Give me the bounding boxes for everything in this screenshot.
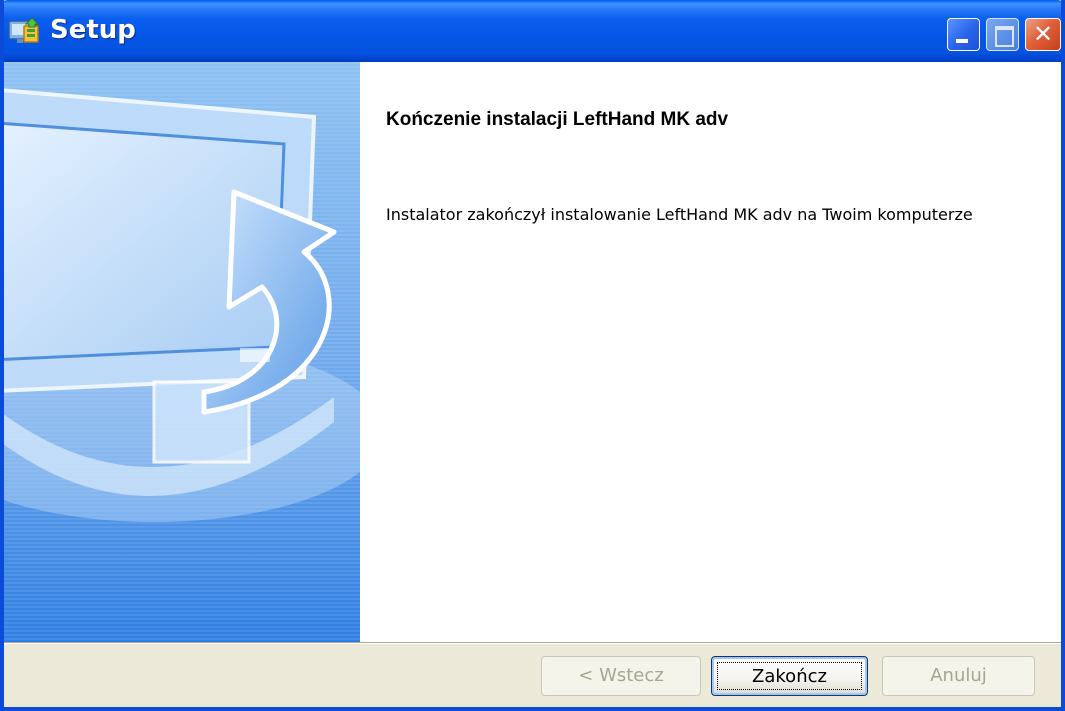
finish-button-label: Zakończ bbox=[717, 662, 862, 690]
back-button[interactable]: < Wstecz bbox=[541, 656, 701, 696]
footer-separator bbox=[4, 642, 1061, 644]
wizard-content-panel: Kończenie instalacji LeftHand MK adv Ins… bbox=[360, 62, 1061, 642]
maximize-icon bbox=[995, 26, 1014, 47]
monitor-with-arrow-graphic bbox=[4, 62, 360, 642]
maximize-button[interactable] bbox=[986, 18, 1019, 51]
completion-message: Instalator zakończył instalowanie LeftHa… bbox=[386, 205, 973, 224]
cancel-button[interactable]: Anuluj bbox=[882, 656, 1035, 696]
window-title: Setup bbox=[50, 15, 136, 45]
setup-window: Setup ✕ Kończenie instalacji LeftHand MK… bbox=[0, 0, 1065, 711]
minimize-button[interactable] bbox=[947, 18, 980, 51]
wizard-sidebar-image bbox=[4, 62, 360, 642]
minimize-icon bbox=[956, 39, 968, 43]
close-icon: ✕ bbox=[1032, 20, 1054, 48]
page-heading: Kończenie instalacji LeftHand MK adv bbox=[386, 109, 729, 130]
finish-button[interactable]: Zakończ bbox=[711, 656, 868, 696]
setup-installer-icon[interactable] bbox=[8, 16, 42, 46]
title-bar[interactable]: Setup ✕ bbox=[4, 0, 1061, 62]
close-button[interactable]: ✕ bbox=[1025, 18, 1061, 51]
